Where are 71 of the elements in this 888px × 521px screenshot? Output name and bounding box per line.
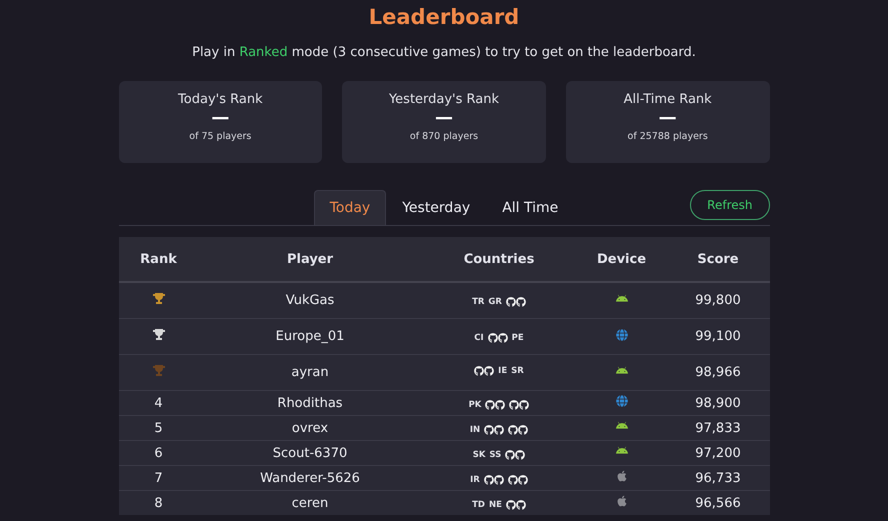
- country-code: PE: [512, 333, 524, 343]
- player-name: ovrex: [292, 420, 328, 436]
- github-icon: [508, 474, 528, 484]
- globe-icon: [616, 395, 628, 407]
- rank-number: 5: [154, 420, 163, 436]
- score: 96,733: [695, 470, 741, 486]
- refresh-button[interactable]: Refresh: [690, 190, 770, 220]
- country-code: NE: [488, 500, 502, 510]
- card-label: Today's Rank: [178, 92, 263, 107]
- country-code: IR: [470, 474, 480, 484]
- player-name: Scout-6370: [272, 446, 348, 460]
- country-code: IN: [470, 424, 480, 434]
- country-code: CI: [474, 333, 484, 343]
- apple-icon: [616, 470, 628, 482]
- card-label: All-Time Rank: [624, 92, 712, 107]
- github-icon: [484, 424, 504, 434]
- player-count: of 870 players: [410, 131, 478, 142]
- github-icon: [505, 450, 526, 460]
- country-code: SK: [472, 450, 486, 460]
- apple-icon: [616, 495, 628, 507]
- country-code: SR: [511, 366, 524, 376]
- rank-number: 8: [154, 496, 163, 510]
- country-code: PK: [468, 400, 482, 410]
- github-icon: [484, 474, 504, 484]
- player-count: of 25788 players: [628, 131, 708, 142]
- score: 99,800: [695, 293, 741, 308]
- github-icon: [508, 424, 528, 434]
- column-header: Rank: [118, 237, 198, 282]
- android-icon: [616, 292, 628, 304]
- column-header: Countries: [422, 237, 576, 282]
- page-title: Leaderboard: [368, 5, 520, 29]
- rank-number: 6: [154, 446, 163, 460]
- rank-number: 7: [154, 470, 163, 486]
- github-icon: [474, 366, 494, 376]
- country-code: GR: [488, 297, 502, 307]
- card-label: Yesterday's Rank: [388, 92, 500, 107]
- tab[interactable]: All Time: [486, 190, 574, 225]
- player-count: of 75 players: [189, 131, 252, 142]
- globe-icon: [616, 328, 628, 340]
- score: 97,200: [695, 446, 741, 460]
- score: 97,833: [695, 420, 741, 436]
- github-icon: [509, 400, 530, 410]
- github-icon: [488, 333, 508, 343]
- github-icon: [506, 500, 526, 510]
- rank-value: —: [434, 107, 453, 129]
- country-code: IE: [498, 366, 508, 376]
- country-code: SS: [489, 450, 502, 460]
- player-name: Rhodithas: [277, 396, 343, 410]
- android-icon: [616, 364, 628, 376]
- player-name: Wanderer-5626: [260, 470, 360, 486]
- score: 96,566: [695, 496, 741, 510]
- github-icon: [506, 297, 526, 307]
- column-header: Score: [666, 237, 770, 282]
- score: 98,966: [695, 365, 741, 380]
- tab[interactable]: Today: [314, 190, 386, 225]
- column-header: Device: [576, 237, 666, 282]
- player-name: Europe_01: [276, 329, 344, 344]
- tab[interactable]: Yesterday: [386, 190, 486, 225]
- country-code: TD: [472, 500, 485, 510]
- rank-value: —: [211, 107, 230, 129]
- score: 99,100: [695, 329, 741, 344]
- player-name: ceren: [292, 496, 328, 510]
- intro-text: Play in Ranked mode (3 consecutive games) to try to get on the leaderboard.: [192, 45, 696, 60]
- score: 98,900: [695, 396, 741, 410]
- github-icon: [485, 400, 506, 410]
- rank-number: 4: [154, 396, 163, 410]
- country-code: TR: [472, 297, 484, 307]
- player-name: VukGas: [286, 293, 334, 308]
- column-header: Player: [198, 237, 422, 282]
- player-name: ayran: [291, 365, 329, 380]
- rank-value: —: [658, 107, 677, 129]
